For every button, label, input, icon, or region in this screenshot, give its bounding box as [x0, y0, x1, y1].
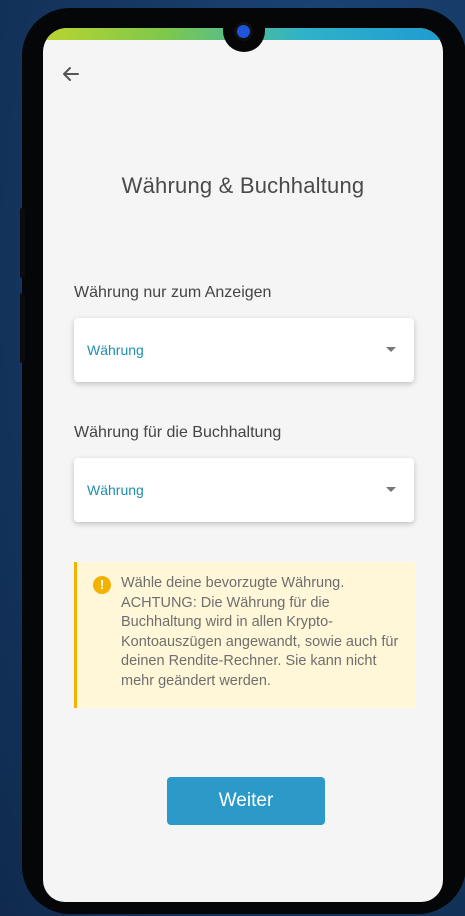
chevron-down-icon: [386, 487, 396, 492]
display-currency-select[interactable]: Währung: [74, 318, 414, 382]
display-currency-value: Währung: [87, 342, 144, 358]
chevron-down-icon: [386, 347, 396, 352]
page-title: Währung & Buchhaltung: [121, 173, 365, 198]
app-screen: Währung & Buchhaltung Währung nur zum An…: [43, 28, 443, 902]
alert-text: Wähle deine bevorzugte Währung. ACHTUNG:…: [121, 575, 399, 689]
accounting-currency-value: Währung: [87, 482, 144, 498]
arrow-left-icon: [63, 67, 79, 81]
side-button: [20, 293, 25, 363]
display-currency-label: Währung nur zum Anzeigen: [74, 284, 272, 301]
accounting-currency-select[interactable]: Währung: [74, 458, 414, 522]
warning-alert: ! Wähle deine bevorzugte Währung. ACHTUN…: [74, 562, 416, 708]
exclamation-icon: !: [93, 576, 111, 594]
back-button[interactable]: [57, 60, 85, 88]
side-button: [20, 208, 25, 278]
accounting-currency-label: Währung für die Buchhaltung: [74, 424, 282, 441]
next-button[interactable]: Weiter: [167, 777, 325, 825]
